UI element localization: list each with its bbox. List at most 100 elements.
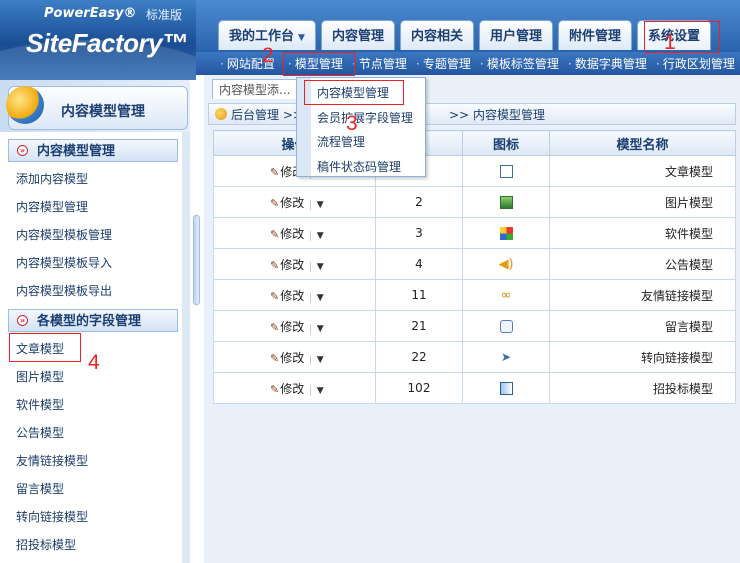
link-image-model[interactable]: 图片模型 [16,368,64,385]
section-model-fields[interactable]: » 各模型的字段管理 [8,309,178,332]
subnav-template-tag-management[interactable]: 模板标签管理 [480,55,559,72]
logo-sitefactory: SiteFactory™ [26,28,188,58]
menu-member-extension-fields[interactable]: 会员扩展字段管理 [317,109,413,126]
left-scrollbar[interactable] [182,132,190,563]
main-tab[interactable]: 内容模型添... [212,79,300,99]
model-name-cell: 文章模型 [549,155,736,187]
table-row: ✎修改 ▼ 22 ➤ 转向链接模型 [213,341,736,373]
operation-dropdown-icon[interactable]: ▼ [310,199,329,210]
link-guestbook-model[interactable]: 留言模型 [16,480,64,497]
subnav-dictionary-management[interactable]: 数据字典管理 [568,55,647,72]
link-model-template-import[interactable]: 内容模型模板导入 [16,254,112,271]
link-redirect-model[interactable]: 转向链接模型 [16,508,88,525]
operation-cell: ✎修改 ▼ [213,279,376,311]
tab-users[interactable]: 用户管理 [478,20,553,50]
breadcrumb-home[interactable]: 后台管理 >> [231,104,303,126]
chevron-down-icon: ▼ [298,33,305,43]
section-content-model-title: 内容模型管理 [37,144,116,159]
model-name-cell: 招投标模型 [549,372,736,404]
id-cell: 102 [375,372,463,404]
pencil-icon: ✎ [270,165,280,179]
pencil-icon: ✎ [270,320,280,334]
annotation-number-3: 3 [346,112,358,135]
annotation-box-article-model [9,333,81,362]
bid-icon [499,382,513,395]
pencil-icon: ✎ [270,196,280,210]
subnav-node-management[interactable]: 节点管理 [352,55,407,72]
left-panel-title: 内容模型管理 [61,104,145,120]
icon-cell [462,217,550,249]
pencil-icon: ✎ [270,289,280,303]
edit-link[interactable]: 修改 [280,196,304,210]
id-cell: 21 [375,310,463,342]
table-row: ✎修改 ▼ 11 ∞ 友情链接模型 [213,279,736,311]
link-notice-model[interactable]: 公告模型 [16,424,64,441]
operation-dropdown-icon[interactable]: ▼ [310,385,329,396]
edit-link[interactable]: 修改 [280,320,304,334]
annotation-box-content-model-management [304,80,404,105]
annotation-box-model-management [283,52,355,76]
tab-attachments[interactable]: 附件管理 [557,20,632,50]
table-row: ✎修改 ▼ 102 招投标模型 [213,372,736,404]
icon-cell [462,155,550,187]
tab-attachments-label: 附件管理 [568,29,621,44]
menu-manuscript-status-codes[interactable]: 稿件状态码管理 [317,158,401,175]
operation-dropdown-icon[interactable]: ▼ [310,292,329,303]
menu-workflow-management[interactable]: 流程管理 [317,133,365,150]
section-content-model[interactable]: » 内容模型管理 [8,139,178,162]
operation-dropdown-icon[interactable]: ▼ [310,323,329,334]
col-icon: 图标 [462,130,550,156]
link-model-template-management[interactable]: 内容模型模板管理 [16,226,112,243]
breadcrumb-home-label: 后台管理 [231,108,280,122]
model-name-cell: 软件模型 [549,217,736,249]
id-cell: 4 [375,248,463,280]
link-software-model[interactable]: 软件模型 [16,396,64,413]
model-name-cell: 留言模型 [549,310,736,342]
annotation-box-system-settings [644,21,720,53]
link-friendlink-model[interactable]: 友情链接模型 [16,452,88,469]
logo-poweresy: PowerEasy® [44,6,137,21]
operation-dropdown-icon[interactable]: ▼ [310,354,329,365]
operation-cell: ✎修改 ▼ [213,217,376,249]
tab-content[interactable]: 内容管理 [320,20,395,50]
logo: PowerEasy® SiteFactory™ 标准版 [0,0,196,80]
edit-link[interactable]: 修改 [280,351,304,365]
pencil-icon: ✎ [270,382,280,396]
operation-dropdown-icon[interactable]: ▼ [310,261,329,272]
col-model-name: 模型名称 [549,130,736,156]
operation-cell: ✎修改 ▼ [213,310,376,342]
tab-content-related-label: 内容相关 [410,29,463,44]
edit-link[interactable]: 修改 [280,227,304,241]
tab-users-label: 用户管理 [489,29,542,44]
home-icon [215,108,227,120]
link-add-content-model[interactable]: 添加内容模型 [16,170,88,187]
operation-dropdown-icon[interactable]: ▼ [310,230,329,241]
link-bid-model[interactable]: 招投标模型 [16,536,76,553]
tab-workbench-label: 我的工作台 [229,29,295,44]
edition-label: 标准版 [146,8,183,22]
operation-cell: ✎修改 ▼ [213,341,376,373]
panel-splitter[interactable] [193,215,200,305]
pencil-icon: ✎ [270,351,280,365]
message-icon [499,320,513,333]
subnav-topic-management[interactable]: 专题管理 [416,55,471,72]
subnav-region-management[interactable]: 行政区划管理 [656,55,735,72]
collapse-icon: » [17,315,28,326]
table-row: ✎修改 ▼ 3 软件模型 [213,217,736,249]
main-tabs: 我的工作台 ▼ 内容管理 内容相关 用户管理 附件管理 系统设置 [218,20,716,50]
software-icon [499,227,513,240]
breadcrumb-separator: >> [449,108,470,122]
icon-cell: ➤ [462,341,550,373]
edit-link[interactable]: 修改 [280,258,304,272]
tab-content-related[interactable]: 内容相关 [399,20,474,50]
table-header-row: 操作 ID 图标 模型名称 [213,130,736,156]
link-model-template-export[interactable]: 内容模型模板导出 [16,282,112,299]
model-name-cell: 友情链接模型 [549,279,736,311]
id-cell: 2 [375,186,463,218]
edit-link[interactable]: 修改 [280,289,304,303]
breadcrumb: 后台管理 >> >> 内容模型管理 [208,103,736,125]
module-icon [6,86,44,124]
operation-cell: ✎修改 ▼ [213,372,376,404]
link-content-model-management[interactable]: 内容模型管理 [16,198,88,215]
edit-link[interactable]: 修改 [280,382,304,396]
